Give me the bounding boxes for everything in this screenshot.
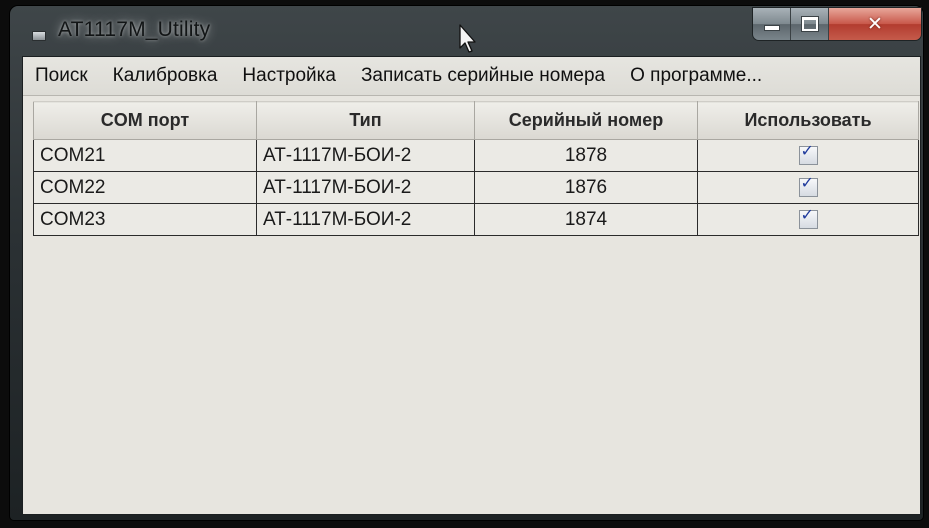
menu-item-settings[interactable]: Настройка xyxy=(242,65,336,87)
column-header-type[interactable]: Тип xyxy=(256,101,475,140)
menu-item-write-serials[interactable]: Записать серийные номера xyxy=(361,65,605,87)
grid-header-row: COM порт Тип Серийный номер Использовать xyxy=(33,101,919,140)
window-title: AT1117M_Utility xyxy=(58,18,211,41)
cell-serial-number[interactable]: 1876 xyxy=(474,171,698,204)
minimize-icon xyxy=(764,26,779,30)
minimize-button[interactable] xyxy=(753,8,791,40)
menu-bar: Поиск Калибровка Настройка Записать сери… xyxy=(23,57,920,96)
table-row[interactable]: COM21 АТ-1117М-БОИ-2 1878 ✓ xyxy=(33,139,919,172)
column-header-serial-number[interactable]: Серийный номер xyxy=(474,101,698,140)
cell-serial-number[interactable]: 1878 xyxy=(474,139,698,172)
cell-use: ✓ xyxy=(697,171,919,204)
menu-item-search[interactable]: Поиск xyxy=(35,65,88,87)
checkmark-icon: ✓ xyxy=(800,204,814,224)
cell-serial-number[interactable]: 1874 xyxy=(474,203,698,236)
cell-type[interactable]: АТ-1117М-БОИ-2 xyxy=(256,171,475,204)
close-icon: ✕ xyxy=(867,12,883,35)
menu-item-calibration[interactable]: Калибровка xyxy=(113,65,218,87)
checkmark-icon: ✓ xyxy=(800,172,814,192)
app-window-icon[interactable] xyxy=(32,31,46,41)
mouse-pointer-icon xyxy=(459,24,476,53)
cell-type[interactable]: АТ-1117М-БОИ-2 xyxy=(256,203,475,236)
table-row[interactable]: COM22 АТ-1117М-БОИ-2 1876 ✓ xyxy=(33,171,919,204)
cell-type[interactable]: АТ-1117М-БОИ-2 xyxy=(256,139,475,172)
devices-grid: COM порт Тип Серийный номер Использовать… xyxy=(33,101,919,236)
close-button[interactable]: ✕ xyxy=(829,8,921,40)
maximize-button[interactable] xyxy=(791,8,829,40)
table-row[interactable]: COM23 АТ-1117М-БОИ-2 1874 ✓ xyxy=(33,203,919,236)
use-checkbox[interactable]: ✓ xyxy=(798,172,818,197)
use-checkbox[interactable]: ✓ xyxy=(798,140,818,165)
maximize-icon xyxy=(801,17,818,31)
column-header-use[interactable]: Использовать xyxy=(697,101,919,140)
cell-com-port[interactable]: COM22 xyxy=(33,171,257,204)
client-area: Поиск Калибровка Настройка Записать сери… xyxy=(22,56,921,515)
caption-buttons: ✕ xyxy=(753,8,921,40)
menu-item-about[interactable]: О программе... xyxy=(630,65,762,87)
cell-com-port[interactable]: COM23 xyxy=(33,203,257,236)
cell-use: ✓ xyxy=(697,203,919,236)
column-header-com-port[interactable]: COM порт xyxy=(33,101,257,140)
checkmark-icon: ✓ xyxy=(800,140,814,160)
cell-use: ✓ xyxy=(697,139,919,172)
use-checkbox[interactable]: ✓ xyxy=(798,204,818,229)
cell-com-port[interactable]: COM21 xyxy=(33,139,257,172)
application-window: AT1117M_Utility ✕ Поиск Калибровка Настр… xyxy=(10,6,923,520)
